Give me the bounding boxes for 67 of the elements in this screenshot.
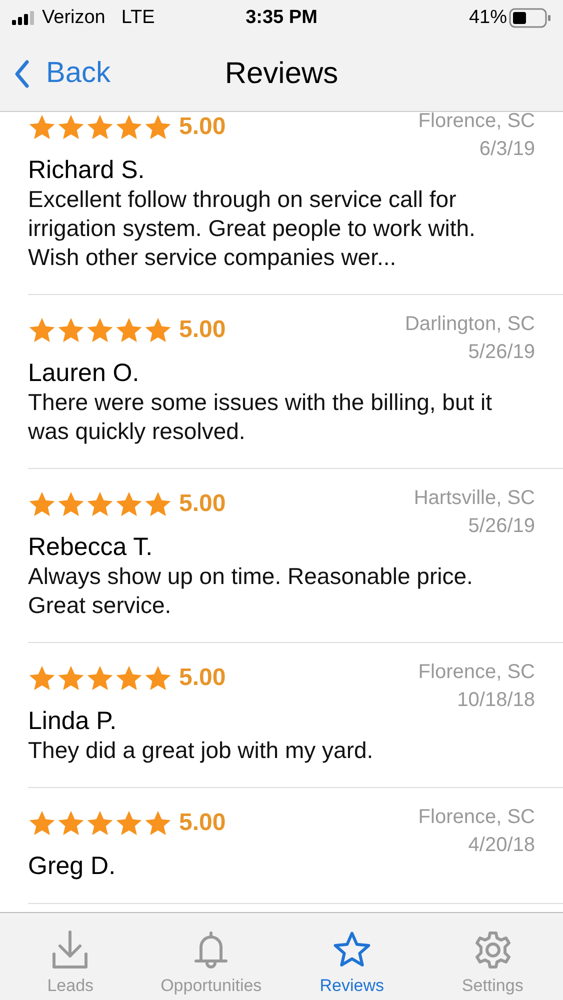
rating-value: 5.00	[179, 809, 226, 837]
review-text: There were some issues with the billing, but it was quickly resolved.	[28, 388, 494, 446]
battery-percent: 41%	[468, 7, 507, 29]
review-date: 10/18/18	[457, 688, 535, 713]
reviewer-name: Rebecca T.	[28, 532, 154, 562]
star-icon	[144, 490, 172, 518]
bell-icon	[193, 930, 230, 970]
star-icon	[86, 664, 114, 692]
review-date: 5/26/19	[468, 514, 535, 539]
star-icon	[144, 113, 172, 141]
back-button[interactable]: Back	[0, 57, 110, 90]
star-icon	[57, 316, 85, 344]
review-text: They did a great job with my yard.	[28, 736, 374, 765]
review-date: 4/20/18	[468, 833, 535, 858]
star-icon	[57, 809, 85, 837]
review-text: Always show up on time. Reasonable price. Great service.	[28, 562, 474, 620]
review-location: Florence, SC	[418, 660, 535, 685]
signal-icon	[12, 11, 34, 25]
rating-value: 5.00	[179, 490, 226, 518]
review-item[interactable]: 5.00 Florence, SC 10/18/18 Linda P. They did a great job with my yard.	[28, 643, 563, 788]
rating-value: 5.00	[179, 664, 226, 692]
star-icon	[115, 113, 143, 141]
star-icon	[57, 113, 85, 141]
review-location: Florence, SC	[418, 112, 535, 134]
star-icon	[86, 113, 114, 141]
carrier-name: Verizon	[42, 7, 106, 29]
reviewer-name: Lauren O.	[28, 358, 140, 388]
star-icon	[57, 490, 85, 518]
gear-icon	[472, 930, 513, 970]
star-icon	[115, 809, 143, 837]
review-location: Hartsville, SC	[414, 486, 535, 511]
star-icon	[144, 316, 172, 344]
chevron-left-icon	[14, 58, 30, 88]
clock-time: 3:35 PM	[246, 7, 318, 29]
star-icon	[115, 490, 143, 518]
network-type: LTE	[121, 7, 155, 29]
star-icon	[28, 316, 56, 344]
star-icon	[115, 664, 143, 692]
star-icon	[115, 316, 143, 344]
rating-value: 5.00	[179, 113, 226, 141]
review-item[interactable]: 5.00 Florence, SC 4/20/18 Greg D.	[28, 788, 563, 904]
reviewer-name: Linda P.	[28, 706, 118, 736]
review-item[interactable]: 5.00 Hartsville, SC 5/26/19 Rebecca T. Always show up on time. Reasonable price. Great service.	[28, 469, 563, 643]
star-icon	[86, 316, 114, 344]
battery-icon	[509, 8, 551, 28]
download-icon	[51, 930, 90, 970]
review-item[interactable]: 5.00 Darlington, SC 5/26/19 Lauren O. There were some issues with the billing, but it was quickly resolved.	[28, 295, 563, 469]
review-item[interactable]: 5.00 Florence, SC 6/3/19 Richard S. Excellent follow through on service call for irrigation system. Great people to work with. Wish other service companies wer...	[28, 112, 563, 295]
tab-item[interactable]: Reviews	[282, 913, 422, 1000]
rating-value: 5.00	[179, 316, 226, 344]
star-icon	[86, 490, 114, 518]
review-location: Darlington, SC	[404, 312, 535, 337]
review-text: Excellent follow through on service call for irrigation system. Great people to work with. Wish other service companies wer...	[28, 185, 476, 272]
reviewer-name: Richard S.	[28, 155, 146, 185]
review-date: 6/3/19	[479, 137, 535, 162]
star-icon	[28, 490, 56, 518]
review-date: 5/26/19	[468, 340, 535, 365]
star-icon	[144, 809, 172, 837]
star-icon	[144, 664, 172, 692]
star-icon	[57, 664, 85, 692]
star-icon	[28, 809, 56, 837]
star-icon	[28, 113, 56, 141]
star-icon	[28, 664, 56, 692]
reviewer-name: Greg D.	[28, 851, 117, 881]
review-location: Florence, SC	[418, 805, 535, 830]
screen-title: Reviews	[224, 56, 338, 90]
star-icon	[86, 809, 114, 837]
